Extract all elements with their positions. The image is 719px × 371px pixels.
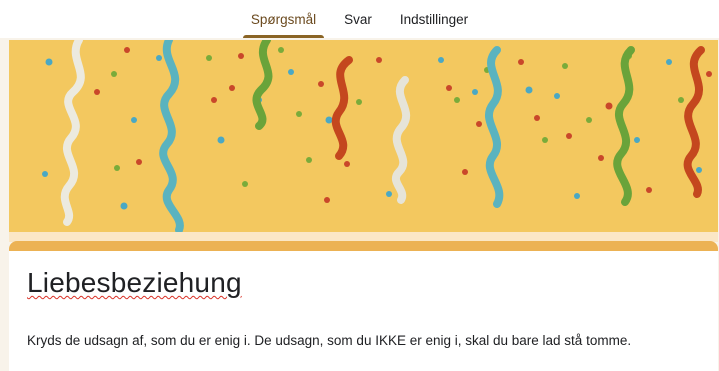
tab-bar: Spørgsmål Svar Indstillinger bbox=[0, 0, 719, 38]
tab-questions[interactable]: Spørgsmål bbox=[242, 0, 325, 38]
tab-responses[interactable]: Svar bbox=[336, 0, 380, 38]
header-banner bbox=[9, 40, 718, 232]
form-description[interactable]: Kryds de udsagn af, som du er enig i. De… bbox=[27, 333, 631, 348]
form-title[interactable]: Liebesbeziehung bbox=[27, 267, 242, 299]
top-bar: Spørgsmål Svar Indstillinger bbox=[0, 0, 719, 38]
form-header-card: Liebesbeziehung Kryds de udsagn af, som … bbox=[9, 241, 718, 371]
tab-settings[interactable]: Indstillinger bbox=[392, 0, 476, 38]
confetti-illustration bbox=[42, 40, 712, 232]
